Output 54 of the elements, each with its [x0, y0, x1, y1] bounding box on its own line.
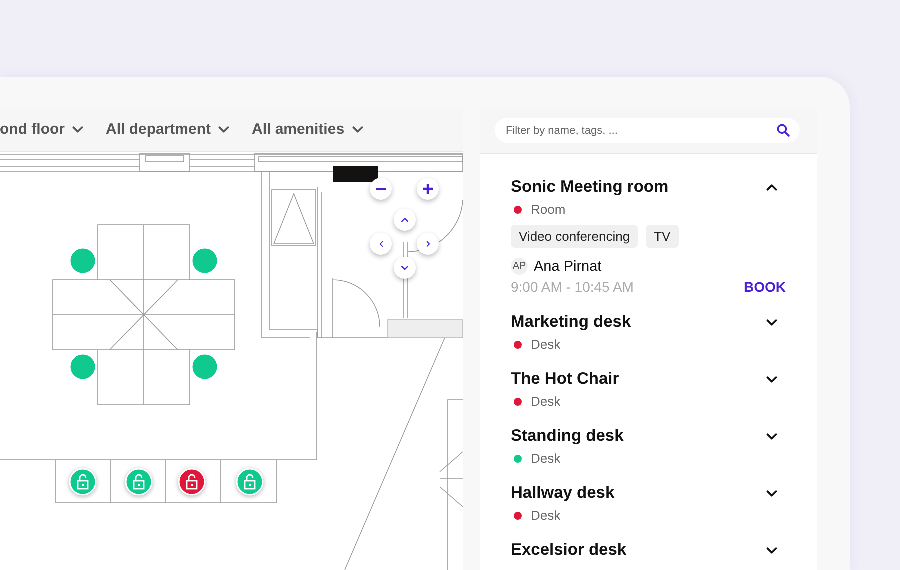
- chevron-right-icon: [426, 240, 430, 248]
- search-field[interactable]: Filter by name, tags, ...: [495, 118, 800, 143]
- zoom-in-button[interactable]: [417, 178, 439, 200]
- plus-icon: [423, 184, 433, 194]
- chevron-down-icon: [766, 432, 778, 442]
- chevron-up-icon: [766, 182, 778, 192]
- chevron-up-icon: [401, 216, 409, 224]
- amenity-tag: TV: [646, 225, 679, 248]
- person-name: Ana Pirnat: [534, 258, 602, 274]
- chevron-down-icon: [766, 546, 778, 556]
- pan-down-button[interactable]: [394, 257, 416, 279]
- space-type: Room: [531, 202, 566, 217]
- seat-marker[interactable]: [69, 353, 97, 381]
- space-name: Marketing desk: [511, 313, 632, 332]
- space-name: Excelsior desk: [511, 541, 627, 560]
- search-icon: [777, 124, 790, 137]
- zoom-out-button[interactable]: [370, 178, 392, 200]
- filter-dropdown[interactable]: All amenities: [252, 121, 364, 138]
- space-type: Desk: [531, 451, 561, 466]
- lock-icon: [133, 474, 145, 490]
- filter-dropdown[interactable]: All department: [106, 121, 230, 138]
- seat-marker[interactable]: [69, 247, 97, 275]
- space-name: Hallway desk: [511, 484, 615, 503]
- space-name: Sonic Meeting room: [511, 178, 669, 197]
- pan-up-button[interactable]: [394, 209, 416, 231]
- seat-marker[interactable]: [191, 247, 219, 275]
- chevron-down-icon: [352, 124, 364, 134]
- lock-icon: [244, 474, 256, 490]
- wall-block: [333, 166, 378, 182]
- avatar-initials: AP: [511, 258, 528, 275]
- space-type: Desk: [531, 394, 561, 409]
- minus-icon: [376, 188, 386, 190]
- chevron-down-icon: [218, 124, 230, 134]
- locker-marker[interactable]: [125, 468, 153, 496]
- locker-marker[interactable]: [178, 468, 206, 496]
- chevron-down-icon: [766, 374, 778, 384]
- lock-icon: [77, 474, 89, 490]
- locker-marker[interactable]: [69, 468, 97, 496]
- space-type: Desk: [531, 508, 561, 523]
- space-name: Standing desk: [511, 427, 624, 446]
- chevron-down-icon: [766, 318, 778, 328]
- filter-dropdown[interactable]: ond floor: [0, 121, 84, 138]
- chevron-left-icon: [378, 240, 384, 248]
- chevron-down-icon: [766, 488, 778, 498]
- book-button[interactable]: BOOK: [744, 279, 786, 295]
- amenity-tag: Video conferencing: [511, 225, 638, 248]
- space-type: Desk: [531, 337, 561, 352]
- booking-time: 9:00 AM - 10:45 AM: [511, 279, 634, 295]
- chevron-down-icon: [72, 124, 84, 134]
- locker-marker[interactable]: [236, 468, 264, 496]
- lock-icon: [186, 474, 198, 490]
- chevron-down-icon: [401, 264, 409, 272]
- seat-marker[interactable]: [191, 353, 219, 381]
- space-name: The Hot Chair: [511, 370, 620, 389]
